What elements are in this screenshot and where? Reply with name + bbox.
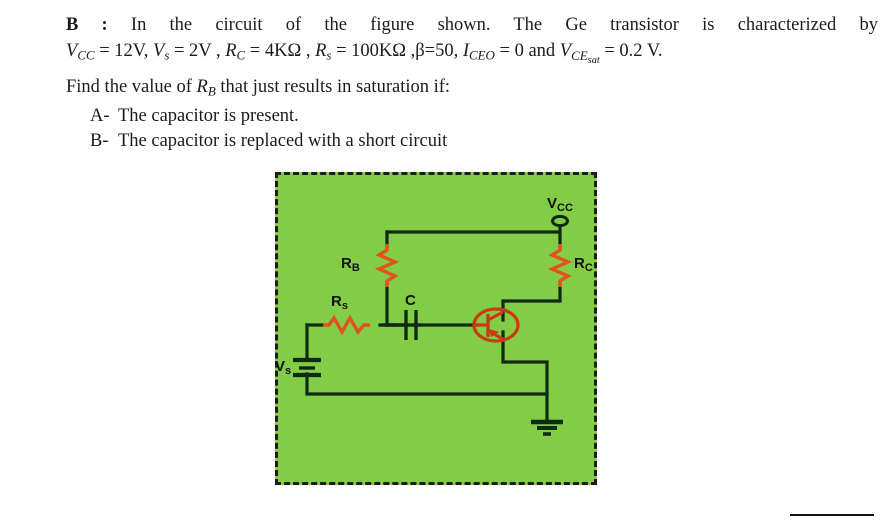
label-rb: RB <box>341 255 360 274</box>
param-rs-value: = 100KΩ , <box>331 41 416 61</box>
param-iceo-value: = 0 and <box>494 41 556 61</box>
list-item-tag: B- <box>90 131 109 152</box>
question-rb-subscript: B <box>207 83 216 99</box>
param-vcesat-sub-sat: sat <box>587 54 600 66</box>
param-iceo-subscript: CEO <box>469 47 495 63</box>
param-vcc-value: = 12V, <box>94 41 149 61</box>
resistor-rc-icon <box>547 244 573 287</box>
param-rs-symbol: R <box>315 41 327 61</box>
param-vcesat-sub-ce: CE <box>571 47 588 63</box>
param-beta-value: β=50, <box>415 41 459 61</box>
footer-divider <box>790 514 874 516</box>
list-item-tag: A- <box>90 106 110 127</box>
resistor-rb-icon <box>374 244 400 287</box>
param-vcc-symbol: V <box>66 41 78 61</box>
param-vs-value: = 2V , <box>169 41 221 61</box>
supply-terminal-icon <box>551 214 569 228</box>
question-rb-symbol: R <box>196 76 208 97</box>
label-rc: RC <box>574 255 593 274</box>
label-vcc: VCC <box>547 195 573 214</box>
circuit-figure: VCC RB RC Rs C Vs <box>275 172 597 485</box>
resistor-rs-icon <box>323 314 370 336</box>
list-item: A- The capacitor is present. <box>90 104 878 129</box>
question-sub-items: A- The capacitor is present. B- The capaci… <box>66 104 878 154</box>
transistor-q-icon <box>472 307 520 343</box>
problem-statement: B : In the circuit of the figure shown. … <box>66 12 878 154</box>
problem-line-1-text: In the circuit of the figure shown. The … <box>130 15 878 35</box>
param-rc-value: = 4KΩ , <box>245 41 311 61</box>
param-vcc-subscript: CC <box>77 47 95 63</box>
problem-part-label: B : <box>66 15 108 35</box>
param-vcesat-value: = 0.2 V. <box>599 41 663 61</box>
param-vs-symbol: V <box>153 41 165 61</box>
list-item: B- The capacitor is replaced with a short… <box>90 129 878 154</box>
param-rc-symbol: R <box>225 41 237 61</box>
problem-line-2-parameters: VCC = 12V, Vs = 2V , RC = 4KΩ , Rs = 100… <box>66 38 878 74</box>
param-vcesat-subscript: CEsat <box>571 47 600 66</box>
ground-icon <box>531 419 563 436</box>
problem-line-1: B : In the circuit of the figure shown. … <box>66 12 878 38</box>
label-c: C <box>405 292 416 309</box>
param-vcesat-symbol: V <box>559 41 572 61</box>
wire-emitter-to-ground <box>501 330 549 424</box>
question-prefix: Find the value of <box>66 76 197 97</box>
list-item-label: The capacitor is present. <box>118 106 299 127</box>
problem-line-3-question: Find the value of RB that just results i… <box>66 74 878 105</box>
list-item-label: The capacitor is replaced with a short c… <box>118 131 448 152</box>
label-vs: Vs <box>275 358 291 377</box>
wire-bottom-rail <box>305 372 549 396</box>
question-suffix: that just results in saturation if: <box>215 76 451 97</box>
label-rs: Rs <box>331 293 348 312</box>
circuit-diagram-svg: VCC RB RC Rs C Vs <box>275 195 593 436</box>
param-rc-subscript: C <box>236 47 246 63</box>
